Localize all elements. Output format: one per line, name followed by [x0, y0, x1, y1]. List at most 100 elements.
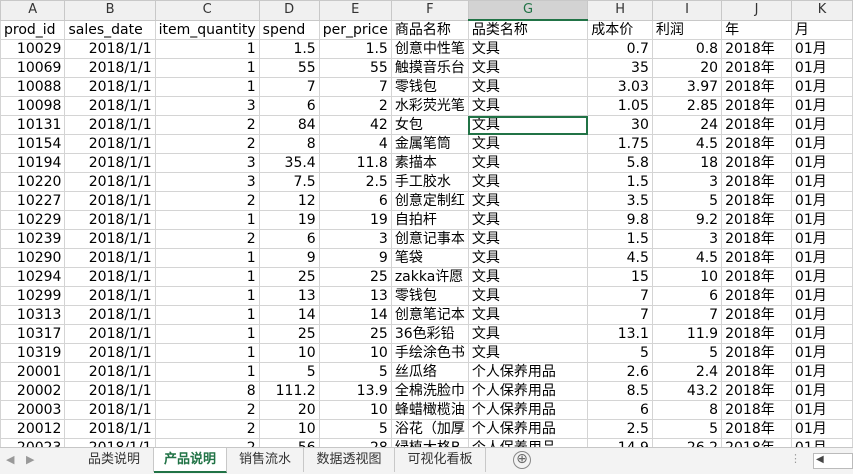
cell[interactable]: 2018年: [721, 324, 792, 344]
cell[interactable]: 2018年: [721, 248, 792, 268]
cell[interactable]: 111.2: [258, 381, 320, 401]
cell[interactable]: 10154: [0, 134, 66, 154]
cell[interactable]: 2018/1/1: [64, 248, 156, 268]
cell[interactable]: 文具: [467, 324, 589, 344]
cell[interactable]: 5: [651, 419, 723, 439]
cell[interactable]: 01月: [790, 362, 853, 382]
tab-销售流水[interactable]: 销售流水: [227, 448, 304, 472]
cell[interactable]: 2: [154, 419, 260, 439]
cell[interactable]: 文具: [467, 248, 589, 268]
cell[interactable]: 文具: [467, 134, 589, 154]
cell[interactable]: 10220: [0, 172, 66, 192]
column-header[interactable]: E: [318, 0, 392, 21]
cell[interactable]: 10319: [0, 343, 66, 363]
cell[interactable]: 25: [258, 267, 320, 287]
cell[interactable]: 10131: [0, 115, 66, 135]
cell[interactable]: 2018年: [721, 77, 792, 97]
cell[interactable]: 2018/1/1: [64, 267, 156, 287]
cell[interactable]: 10299: [0, 286, 66, 306]
column-header[interactable]: K: [790, 0, 853, 21]
cell[interactable]: 8: [651, 400, 723, 420]
cell[interactable]: 2018年: [721, 210, 792, 230]
cell[interactable]: 3.03: [587, 77, 653, 97]
cell[interactable]: 2018年: [721, 172, 792, 192]
cell[interactable]: 7: [587, 286, 653, 306]
cell[interactable]: 1: [154, 210, 260, 230]
cell[interactable]: 01月: [790, 39, 853, 59]
cell[interactable]: 10227: [0, 191, 66, 211]
cell[interactable]: 文具: [467, 229, 589, 249]
horizontal-scrollbar[interactable]: ◀: [813, 453, 853, 469]
cell[interactable]: 01月: [790, 191, 853, 211]
cell[interactable]: 25: [318, 267, 392, 287]
cell[interactable]: 2018/1/1: [64, 400, 156, 420]
cell[interactable]: 84: [258, 115, 320, 135]
cell[interactable]: 20001: [0, 362, 66, 382]
column-header[interactable]: C: [154, 0, 260, 21]
cell[interactable]: 18: [651, 153, 723, 173]
cell[interactable]: 2018/1/1: [64, 229, 156, 249]
cell[interactable]: sales_date: [64, 19, 156, 40]
cell[interactable]: 2018年: [721, 267, 792, 287]
cell[interactable]: 10294: [0, 267, 66, 287]
cell[interactable]: 7: [318, 77, 392, 97]
cell[interactable]: 01月: [790, 305, 853, 325]
cell[interactable]: 蜂蜡橄榄油: [390, 400, 469, 420]
scroll-left-icon[interactable]: ◀: [816, 454, 824, 465]
cell[interactable]: 2018/1/1: [64, 419, 156, 439]
cell[interactable]: 1: [154, 248, 260, 268]
cell[interactable]: 零钱包: [390, 77, 469, 97]
cell[interactable]: 创意中性笔: [390, 39, 469, 59]
cell[interactable]: 丝瓜络: [390, 362, 469, 382]
cell[interactable]: 创意记事本: [390, 229, 469, 249]
cell[interactable]: 4: [318, 134, 392, 154]
cell[interactable]: 10: [258, 343, 320, 363]
cell[interactable]: 创意笔记本: [390, 305, 469, 325]
cell[interactable]: 10029: [0, 39, 66, 59]
tab-产品说明[interactable]: 产品说明: [154, 448, 227, 473]
cell[interactable]: 8: [258, 134, 320, 154]
cell[interactable]: 14: [318, 305, 392, 325]
cell[interactable]: 年: [721, 19, 792, 40]
cell[interactable]: 6: [318, 191, 392, 211]
cell[interactable]: 13: [318, 286, 392, 306]
cell[interactable]: 2018年: [721, 153, 792, 173]
cell[interactable]: 1.75: [587, 134, 653, 154]
cell[interactable]: 个人保养用品: [467, 419, 589, 439]
cell[interactable]: 0.7: [587, 39, 653, 59]
spreadsheet-grid[interactable]: A B C D E F G H I J K prod_id sales_date…: [0, 0, 853, 458]
cell[interactable]: 43.2: [651, 381, 723, 401]
cell[interactable]: 8.5: [587, 381, 653, 401]
cell[interactable]: 9: [258, 248, 320, 268]
cell[interactable]: 2018年: [721, 305, 792, 325]
cell[interactable]: 14: [258, 305, 320, 325]
cell[interactable]: 30: [587, 115, 653, 135]
cell[interactable]: 文具: [467, 343, 589, 363]
cell[interactable]: 2.5: [587, 419, 653, 439]
cell[interactable]: 42: [318, 115, 392, 135]
cell[interactable]: 01月: [790, 267, 853, 287]
column-header[interactable]: H: [587, 0, 653, 21]
cell[interactable]: zakka许愿: [390, 267, 469, 287]
cell[interactable]: 3.5: [587, 191, 653, 211]
cell[interactable]: 2: [154, 115, 260, 135]
cell[interactable]: 文具: [467, 77, 589, 97]
cell[interactable]: 3: [318, 229, 392, 249]
column-header[interactable]: A: [0, 0, 66, 21]
cell[interactable]: 55: [258, 58, 320, 78]
cell[interactable]: 1.5: [587, 229, 653, 249]
cell[interactable]: 10: [318, 343, 392, 363]
cell[interactable]: 创意定制红: [390, 191, 469, 211]
column-header[interactable]: B: [64, 0, 156, 21]
cell[interactable]: 1: [154, 343, 260, 363]
cell[interactable]: spend: [258, 19, 320, 40]
cell[interactable]: 2: [154, 400, 260, 420]
cell[interactable]: 素描本: [390, 153, 469, 173]
cell[interactable]: 10239: [0, 229, 66, 249]
cell[interactable]: 2: [154, 134, 260, 154]
cell[interactable]: 1: [154, 362, 260, 382]
cell[interactable]: 文具: [467, 286, 589, 306]
cell[interactable]: 2018/1/1: [64, 305, 156, 325]
cell[interactable]: 10313: [0, 305, 66, 325]
cell[interactable]: 20003: [0, 400, 66, 420]
